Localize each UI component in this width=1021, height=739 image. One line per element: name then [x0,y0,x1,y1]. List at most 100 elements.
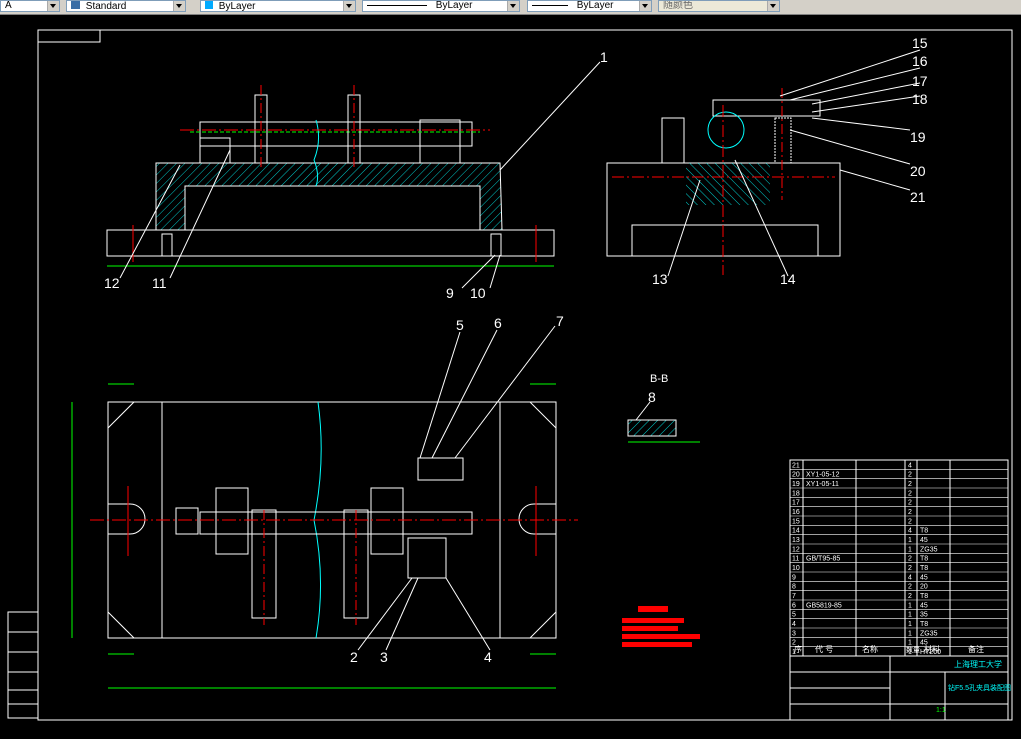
bom-cell-qty: 1 [908,546,912,553]
bom-cell-no: 12 [792,546,800,553]
plot-style-combo[interactable]: 随颜色 [658,0,780,12]
bom-cell-mat: 45 [920,537,928,544]
side-view [606,88,841,275]
bom-cell-no: 4 [792,621,796,628]
bom-cell-qty: 2 [908,481,912,488]
balloon-8: 8 [648,389,656,405]
plan-chamfer-tl [107,401,135,429]
header-qty: 数量 [906,645,920,654]
balloon-10: 10 [470,285,486,301]
bom-cell-no: 7 [792,593,796,600]
bom-cell-no: 6 [792,602,796,609]
balloon-13: 13 [652,271,668,287]
balloon-16: 16 [912,53,928,69]
color-swatch-icon [205,1,213,9]
color-value: ByLayer [218,1,256,12]
spring [774,117,792,164]
sheet-corner-box [37,29,101,43]
linetype-combo[interactable]: ByLayer [362,0,520,12]
color-combo[interactable]: ByLayer [200,0,356,12]
header-mat: 材料 [924,644,940,654]
bom-cell-qty: 1 [908,537,912,544]
balloon-4: 4 [484,649,492,665]
bom-cell-mat: 45 [920,574,928,581]
plot-style-value: 随颜色 [663,0,693,11]
balloon-1: 1 [600,49,608,65]
sheet-border [37,29,1013,721]
bom-cell-no: 10 [792,565,800,572]
chevron-down-icon[interactable] [47,1,59,11]
side-base-foot [631,224,819,257]
plan-view [71,383,578,689]
bom-cell-qty: 4 [908,528,912,535]
text-style-combo[interactable]: Standard [66,0,186,12]
bom-cell-no: 21 [792,462,800,469]
lineweight-value: ByLayer [576,0,614,11]
properties-toolbar: A Standard ByLayer ByLayer ByLayer 随颜色 [0,0,1021,15]
bom-cell-qty: 2 [908,565,912,572]
header-no: 序 [794,644,802,654]
chevron-down-icon[interactable] [343,1,355,11]
section-bb-label: B-B [650,373,668,385]
plan-chamfer-br [529,611,557,639]
locating-pin-left [161,233,173,257]
bom-cell-code: XY1-05-11 [806,481,839,488]
chevron-down-icon[interactable] [767,1,779,11]
balloon-6: 6 [494,315,502,331]
bom-cell-no: 19 [792,481,800,488]
balloon-19: 19 [910,129,926,145]
balloon-7: 7 [556,313,564,329]
drill-bushing-block [407,537,447,579]
bom-cell-no: 9 [792,574,796,581]
school-name: 上海理工大学 [954,659,1002,669]
linetype-value: ByLayer [435,0,473,11]
leader-lines [119,49,921,651]
balloon-3: 3 [380,649,388,665]
drawing-scale: 1:1 [936,707,946,714]
plan-shaft [199,511,473,535]
workpiece-section [707,111,745,149]
bom-cell-mat: ZG35 [920,546,938,553]
bom-cell-mat: ZG35 [920,630,938,637]
side-top-plate [712,99,821,117]
bom-cell-qty: 1 [908,612,912,619]
bom-cell-qty: 2 [908,490,912,497]
lineweight-combo[interactable]: ByLayer [527,0,652,12]
u-slot-left [108,503,146,535]
bom-cell-no: 11 [792,556,799,563]
bom-cell-qty: 2 [908,556,912,563]
chevron-down-icon[interactable] [639,1,651,11]
balloon-14: 14 [780,271,796,287]
bom-cell-qty: 2 [908,500,912,507]
section-bb: B-B [627,373,700,443]
combo-text: A [5,0,12,11]
plan-clamp-right [370,487,404,555]
locating-pin-right [490,233,502,257]
bom-cell-mat: 20 [920,584,928,591]
bom-cell-qty: 1 [908,640,912,647]
bom-cell-qty: 1 [908,602,912,609]
balloon-17: 17 [912,73,928,89]
bom-cell-mat: 35 [920,612,928,619]
balloon-11: 11 [152,275,167,291]
plan-locator-left [175,507,199,535]
bom-cell-qty: 1 [908,630,912,637]
u-slot-right [518,503,556,535]
balloon-15: 15 [912,35,928,51]
support-block-right [419,119,461,164]
bom-cell-qty: 2 [908,584,912,591]
bom-cell-qty: 4 [908,462,912,469]
bom-cell-no: 15 [792,518,800,525]
prev-combo[interactable]: A [0,0,60,12]
tech-req-line-1 [622,618,684,623]
bom-cell-no: 5 [792,612,796,619]
bom-cell-mat: T8 [920,528,928,535]
bom-cell-code: GB/T95-85 [806,556,840,563]
chevron-down-icon[interactable] [507,1,519,11]
tech-req-line-2 [622,626,678,631]
drawing-canvas[interactable]: B-B 1 2 3 4 5 6 7 8 9 10 11 12 13 14 15 … [0,14,1021,739]
text-style-icon [71,1,80,9]
bom-cell-no: 17 [792,500,800,507]
chevron-down-icon[interactable] [173,1,185,11]
bushing-plate-detail [417,457,464,481]
